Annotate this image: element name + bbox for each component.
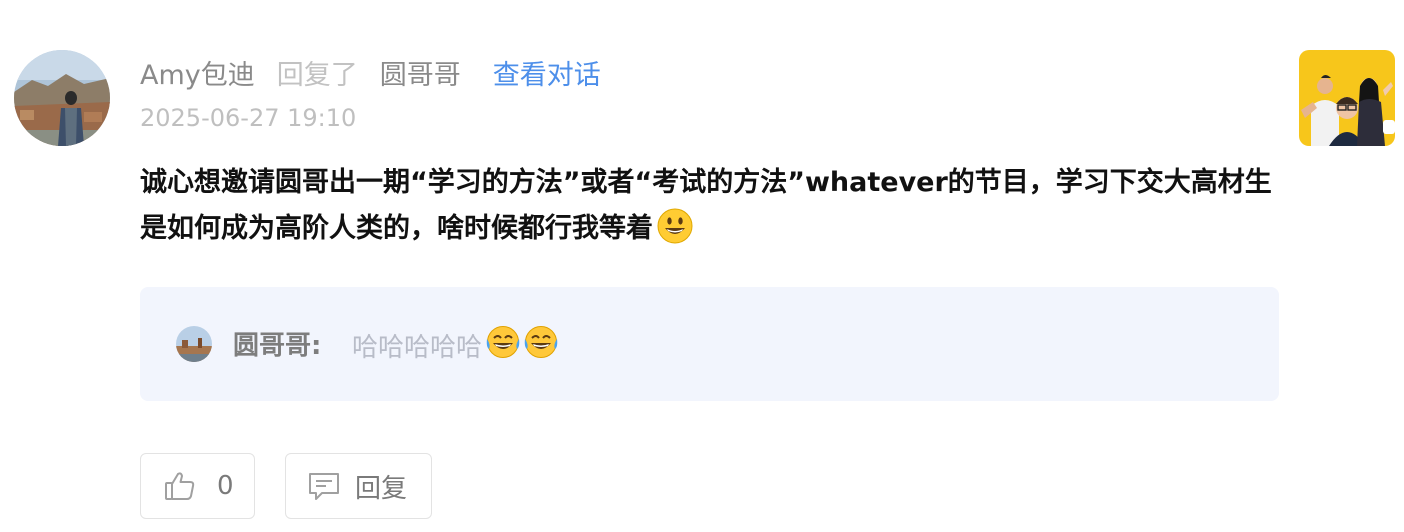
comment-body-text: 诚心想邀请圆哥出一期“学习的方法”或者“考试的方法”whatever的节目，学习… [140,167,1272,244]
comment-bubble-icon [307,469,341,503]
comment-timestamp: 2025-06-27 19:10 [140,104,357,132]
author-name[interactable]: Amy包迪 [140,53,255,92]
reply-button[interactable]: 回复 [285,453,432,519]
video-thumbnail[interactable] [1299,50,1395,146]
reply-text: 哈哈哈哈哈 [352,333,483,363]
reply-label: 回复 [355,473,408,504]
tears-of-joy-emoji [486,325,520,366]
replied-label: 回复了 [276,59,358,91]
comment-card: Amy包迪 回复了 圆哥哥 查看对话 2025-06-27 19:10 诚心想邀… [0,0,1404,532]
tears-of-joy-emoji [524,325,558,366]
comment-body: 诚心想邀请圆哥出一期“学习的方法”或者“考试的方法”whatever的节目，学习… [140,160,1280,259]
like-button[interactable]: 0 [140,453,255,519]
reply-target-name[interactable]: 圆哥哥 [380,53,461,92]
author-avatar[interactable] [14,50,110,146]
reply-author-name[interactable]: 圆哥哥: [233,325,321,362]
like-count: 0 [217,471,234,501]
reply-text-row: 哈哈哈哈哈 [352,325,558,366]
smiley-emoji [657,208,693,259]
view-conversation-link[interactable]: 查看对话 [493,53,601,92]
thumbs-up-icon [163,469,197,503]
reply-author-avatar[interactable] [176,326,212,362]
comment-header: Amy包迪 回复了 圆哥哥 查看对话 [140,52,601,92]
quoted-reply[interactable]: 圆哥哥: 哈哈哈哈哈 [140,287,1279,401]
